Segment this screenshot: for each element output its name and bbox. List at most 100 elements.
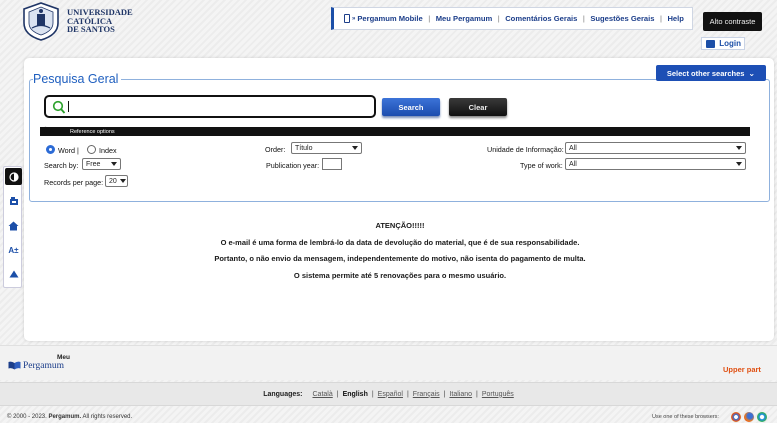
language-bar: Languages: Català | English | Español | … (0, 382, 777, 406)
copyright-years: © 2000 - 2023. (7, 414, 47, 420)
chevron-down-icon (736, 162, 742, 166)
mobile-icon-arrow: » (352, 15, 356, 22)
contrast-glyph (8, 171, 19, 182)
records-per-page-value: 20 (109, 177, 117, 185)
contrast-icon[interactable] (4, 168, 23, 185)
search-input[interactable] (44, 95, 376, 118)
browsers-text: Use one of these browsers: (652, 414, 719, 420)
logo-pergamum: Pergamum (23, 361, 64, 371)
notice-line: O e-mail é uma forma de lembrá-lo da dat… (220, 238, 580, 247)
scroll-top-glyph (9, 270, 18, 278)
crest-icon (23, 2, 59, 41)
clear-button[interactable]: Clear (449, 98, 507, 116)
meu-pergamum-logo[interactable]: Meu Pergamum (8, 354, 78, 374)
languages-label: Languages: (263, 390, 303, 398)
nav-separator: | (428, 14, 431, 23)
home-glyph (8, 221, 19, 231)
language-separator: | (406, 390, 409, 398)
copyright: © 2000 - 2023. Pergamum. All rights rese… (7, 414, 132, 420)
search-button[interactable]: Search (382, 98, 440, 116)
radio-word[interactable] (46, 145, 55, 154)
library-glyph (9, 197, 18, 205)
search-by-value: Free (86, 160, 101, 168)
unidade-label: Unidade de Informação: (487, 145, 564, 154)
records-per-page-select[interactable]: 20 (105, 175, 128, 187)
language-separator: | (336, 390, 339, 398)
radio-index[interactable] (87, 145, 96, 154)
unidade-value: All (569, 144, 577, 152)
nav-meu-pergamum[interactable]: Meu Pergamum (436, 14, 493, 23)
search-by-label: Search by: (44, 161, 79, 170)
reference-options-label: Reference options (70, 128, 115, 135)
language-italiano[interactable]: Italiano (449, 391, 472, 398)
font-size-icon[interactable]: A± (4, 246, 23, 255)
upper-part-link[interactable]: Upper part (723, 365, 761, 374)
unidade-select[interactable]: All (565, 142, 746, 154)
university-logo[interactable]: UNIVERSIDADE CATÓLICA DE SANTOS (20, 0, 170, 42)
language-separator: | (443, 390, 446, 398)
footer-band (0, 345, 777, 380)
pergamum-book-icon (8, 361, 21, 370)
notice-title: ATENÇÃO!!!!! (375, 221, 425, 230)
copyright-text: All rights reserved. (82, 414, 133, 420)
language-francais[interactable]: Français (413, 391, 440, 398)
search-icon (52, 100, 66, 114)
language-portugues[interactable]: Português (482, 391, 514, 398)
edge-browser-icon[interactable] (757, 412, 767, 422)
firefox-browser-icon[interactable] (744, 412, 754, 422)
nav-separator: | (497, 14, 500, 23)
chrome-browser-icon[interactable] (731, 412, 741, 422)
login-button[interactable]: Login (701, 37, 745, 50)
expand-plus-icon[interactable]: ++ (42, 124, 54, 138)
chevron-down-icon (119, 179, 126, 183)
login-label: Login (719, 39, 741, 48)
order-label: Order: (265, 145, 286, 154)
radio-separator: | (77, 146, 79, 155)
radio-index-label: Index (99, 146, 117, 155)
language-espanol[interactable]: Español (378, 391, 403, 398)
search-by-select[interactable]: Free (82, 158, 121, 170)
high-contrast-button[interactable]: Alto contraste (703, 12, 762, 31)
type-of-work-value: All (569, 160, 577, 168)
text-caret (68, 101, 69, 112)
language-catala[interactable]: Català (313, 391, 333, 398)
nav-label: Pergamum Mobile (357, 14, 423, 23)
lock-icon (706, 40, 715, 48)
mobile-icon (344, 14, 350, 23)
other-searches-dropdown[interactable]: Select other searches ⌄ (656, 65, 766, 81)
chevron-down-icon: ⌄ (748, 68, 756, 78)
nav-sugestoes-gerais[interactable]: Sugestões Gerais (590, 14, 654, 23)
type-of-work-label: Type of work: (520, 161, 563, 170)
search-legend: Pesquisa Geral (33, 72, 122, 86)
nav-comentarios-gerais[interactable]: Comentários Gerais (505, 14, 577, 23)
scroll-top-icon[interactable] (4, 270, 23, 278)
chevron-down-icon (111, 162, 117, 166)
language-separator: | (476, 390, 478, 398)
logo-meu: Meu (57, 354, 70, 361)
university-name-line: DE SANTOS (67, 24, 115, 35)
nav-help[interactable]: Help (667, 14, 683, 23)
language-separator: | (371, 390, 374, 398)
accessibility-toolbar: A± (3, 166, 22, 288)
type-of-work-select[interactable]: All (565, 158, 746, 170)
chevron-down-icon (352, 146, 358, 150)
notice-line: O sistema permite até 5 renovações para … (293, 271, 507, 280)
publication-year-input[interactable] (322, 158, 342, 170)
other-searches-label: Select other searches (666, 68, 745, 78)
order-select[interactable]: Título (291, 142, 362, 154)
nav-pergamum-mobile[interactable]: » Pergamum Mobile (344, 14, 423, 23)
nav-separator: | (659, 14, 662, 23)
home-icon[interactable] (4, 221, 23, 231)
order-value: Título (295, 144, 313, 152)
copyright-brand: Pergamum. (48, 414, 82, 420)
university-name: UNIVERSIDADE CATÓLICA DE SANTOS (67, 8, 133, 34)
radio-word-label: Word (58, 146, 76, 155)
notice-line: Portanto, o não envio da mensagem, indep… (214, 254, 586, 263)
language-english[interactable]: English (343, 391, 368, 398)
nav-separator: | (582, 14, 585, 23)
library-icon[interactable] (4, 196, 23, 206)
publication-year-label: Publication year: (266, 161, 320, 170)
reference-options-bar[interactable]: Reference options (40, 127, 750, 136)
records-per-page-label: Records per page: (44, 178, 104, 187)
chevron-down-icon (736, 146, 742, 150)
